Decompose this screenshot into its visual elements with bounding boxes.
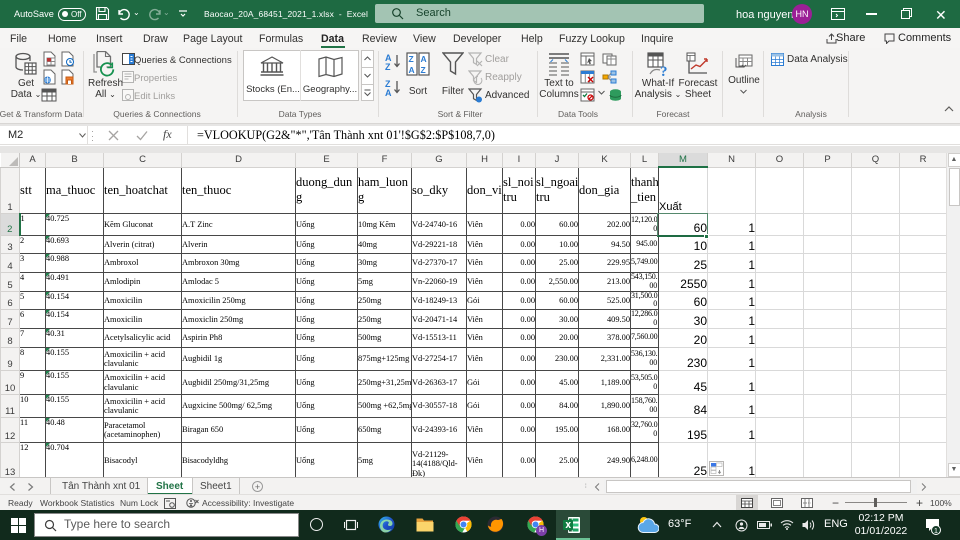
svg-text:Z: Z (409, 54, 414, 64)
svg-text:Z: Z (421, 65, 426, 75)
svg-text:A: A (385, 88, 392, 96)
svg-text:A: A (409, 65, 415, 75)
svg-text:Z: Z (385, 62, 391, 70)
svg-text:?: ? (660, 64, 668, 76)
svg-text:A: A (421, 54, 427, 64)
